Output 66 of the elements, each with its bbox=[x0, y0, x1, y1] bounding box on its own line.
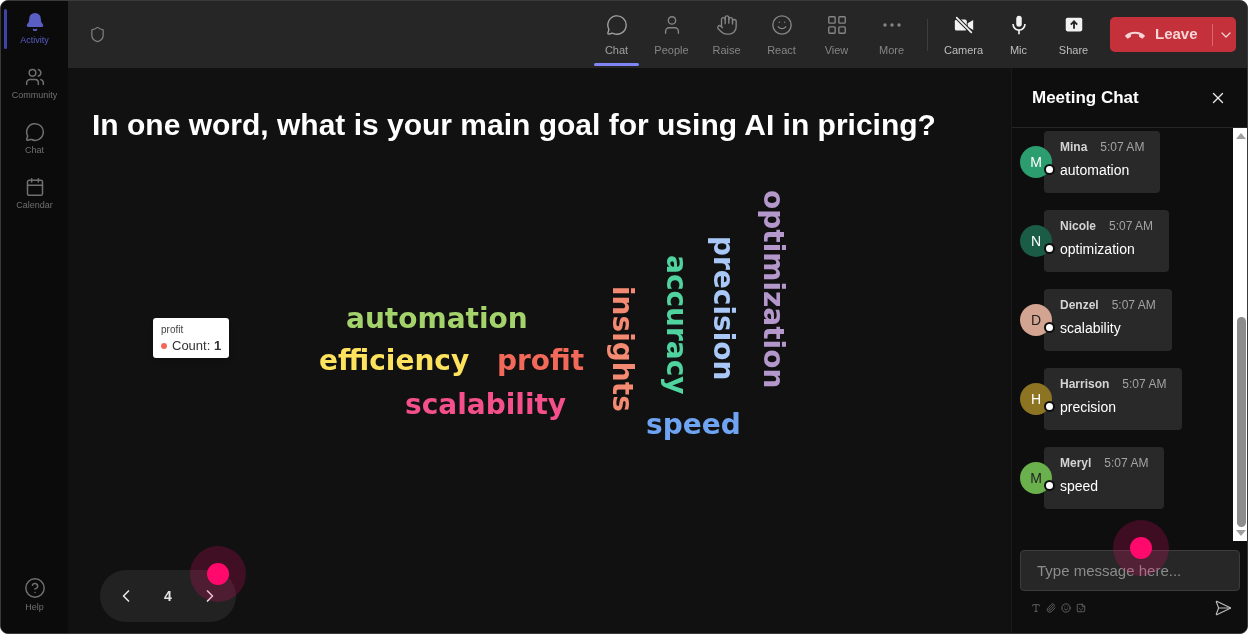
message-text: precision bbox=[1060, 398, 1117, 416]
cloud-word: efficiency bbox=[319, 347, 470, 375]
cloud-word: automation bbox=[346, 305, 528, 333]
calendar-icon bbox=[24, 177, 45, 197]
toolbar-button[interactable]: Chat bbox=[589, 1, 644, 68]
toolbar-button[interactable]: React bbox=[754, 1, 809, 68]
sender-name: Meryl bbox=[1060, 456, 1092, 471]
message-time: 5:07 AM bbox=[1109, 219, 1154, 234]
shield-icon bbox=[89, 26, 106, 43]
people-icon bbox=[24, 67, 45, 87]
sender-name: Denzel bbox=[1060, 298, 1099, 313]
sticker-icon[interactable] bbox=[1076, 603, 1086, 613]
tooltip-title: profit bbox=[161, 324, 184, 336]
help-button[interactable]: Help bbox=[1, 577, 68, 613]
tooltip-count: Count: 1 bbox=[172, 338, 222, 353]
message-time: 5:07 AM bbox=[1111, 298, 1156, 313]
grid-icon bbox=[825, 14, 848, 36]
sender-name: Nicole bbox=[1060, 219, 1096, 234]
text-format-icon[interactable] bbox=[1031, 603, 1041, 613]
hang-up-icon bbox=[1124, 29, 1146, 40]
scroll-down-icon[interactable] bbox=[1236, 530, 1246, 536]
message-text: scalability bbox=[1060, 319, 1121, 337]
cloud-word: insights bbox=[608, 286, 636, 412]
message-text: speed bbox=[1060, 477, 1099, 495]
cloud-word: profit bbox=[497, 347, 585, 375]
toolbar-button[interactable]: Raise bbox=[699, 1, 754, 68]
page-number: 4 bbox=[164, 586, 172, 606]
smiley-icon bbox=[770, 14, 793, 36]
cloud-word: accuracy bbox=[662, 255, 690, 395]
message-time: 5:07 AM bbox=[1100, 140, 1145, 155]
smiley-icon[interactable] bbox=[1061, 603, 1071, 613]
send-icon[interactable] bbox=[1214, 599, 1232, 617]
hand-icon bbox=[715, 14, 738, 36]
cloud-word: optimization bbox=[759, 190, 787, 389]
message-time: 5:07 AM bbox=[1104, 456, 1149, 471]
toolbar-button[interactable]: More bbox=[864, 1, 919, 68]
toolbar-button[interactable]: People bbox=[644, 1, 699, 68]
toolbar-button[interactable]: Share bbox=[1046, 1, 1101, 68]
ellipsis-icon bbox=[882, 23, 901, 27]
toolbar-button[interactable]: Mic bbox=[991, 1, 1046, 68]
cloud-word: scalability bbox=[405, 391, 567, 419]
sidebar-item[interactable]: Activity bbox=[1, 7, 68, 62]
leave-button[interactable]: Leave bbox=[1110, 17, 1236, 52]
cloud-word: precision bbox=[709, 236, 737, 381]
chat-bubble-icon bbox=[24, 122, 45, 142]
message-time: 5:07 AM bbox=[1122, 377, 1167, 392]
scrollbar-thumb[interactable] bbox=[1236, 317, 1246, 527]
toolbar-button[interactable]: Camera bbox=[936, 1, 991, 68]
paperclip-icon[interactable] bbox=[1046, 603, 1056, 613]
toolbar-button[interactable]: View bbox=[809, 1, 864, 68]
bell-icon bbox=[24, 12, 45, 32]
question-title: In one word, what is your main goal for using AI in pricing? bbox=[92, 110, 936, 140]
help-icon bbox=[23, 577, 46, 599]
sidebar-item[interactable]: Calendar bbox=[1, 172, 68, 227]
sidebar-item[interactable]: Chat bbox=[1, 117, 68, 172]
chat-bubble-icon bbox=[605, 14, 628, 36]
chat-title: Meeting Chat bbox=[1032, 86, 1139, 109]
sender-name: Mina bbox=[1060, 140, 1088, 155]
sender-name: Harrison bbox=[1060, 377, 1110, 392]
scroll-up-icon[interactable] bbox=[1236, 133, 1246, 139]
sidebar-item[interactable]: Community bbox=[1, 62, 68, 117]
click-indicator-icon bbox=[190, 546, 246, 602]
cloud-word: speed bbox=[646, 411, 741, 439]
message-text: optimization bbox=[1060, 240, 1135, 258]
message-text: automation bbox=[1060, 161, 1130, 179]
message-input[interactable]: Type message here... bbox=[1020, 550, 1240, 591]
